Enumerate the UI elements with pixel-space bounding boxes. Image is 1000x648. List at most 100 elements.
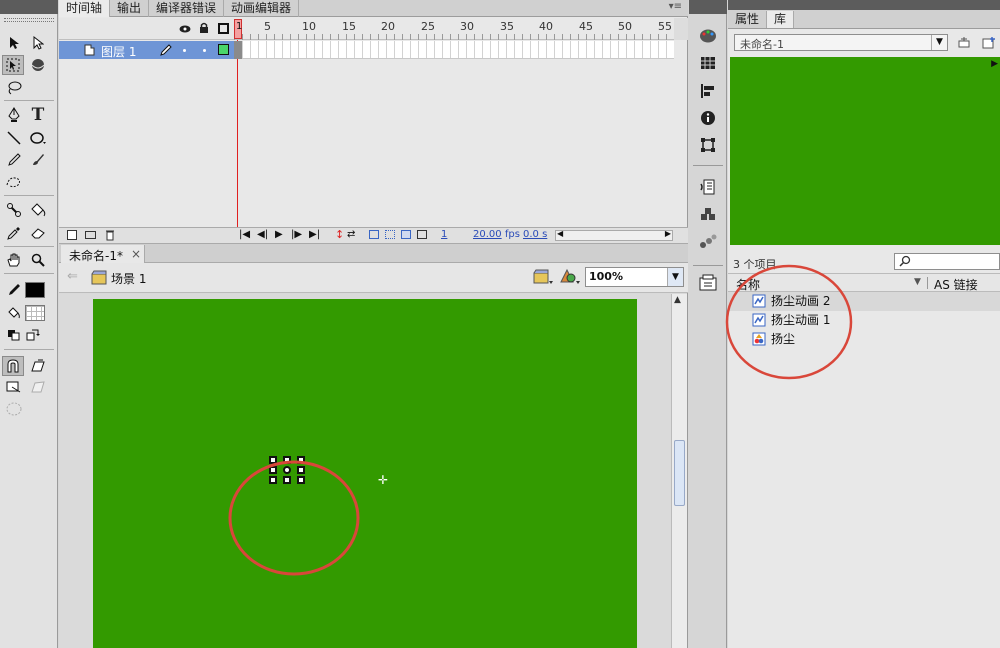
lock-all-icon[interactable] [199,22,209,37]
library-search[interactable] [894,253,1000,270]
swatches-icon[interactable] [695,52,721,74]
envelope-icon[interactable] [3,399,25,419]
stage-vscrollbar[interactable]: ▲ [671,294,687,648]
back-arrow-icon[interactable]: ⇐ [67,269,78,284]
new-folder-icon[interactable] [85,231,96,239]
frame-rate[interactable]: 20.00 fps [473,229,520,240]
stroke-color-swatch[interactable] [25,282,45,298]
show-hide-all-icon[interactable] [179,23,191,37]
align-icon[interactable] [695,80,721,102]
layer-name[interactable]: 图层 1 [101,43,136,60]
eraser-tool-icon[interactable] [27,223,49,243]
motion-presets-icon[interactable] [695,231,721,253]
zoom-dropdown-icon[interactable]: ▼ [667,268,683,286]
layer-row[interactable]: 图层 1 [59,41,234,59]
smooth-icon[interactable] [27,356,49,376]
new-library-icon[interactable] [982,36,996,53]
layer-lock-dot[interactable] [203,49,206,52]
pen-tool-icon[interactable] [3,105,25,125]
selection-tool-icon[interactable] [3,33,25,53]
hand-tool-icon[interactable] [3,250,25,270]
zoom-select[interactable]: 100% ▼ [585,267,684,287]
oval-tool-icon[interactable] [27,128,49,148]
free-transform-tool-icon[interactable] [2,55,24,75]
brush-tool-icon[interactable] [27,150,49,170]
transform-icon[interactable] [695,134,721,156]
bone-tool-icon[interactable] [3,200,25,220]
layer-visible-dot[interactable] [183,49,186,52]
onion-outline-icon[interactable] [385,230,395,239]
pin-library-icon[interactable] [958,37,972,52]
deco-tool-icon[interactable] [3,172,25,192]
onion-skin-icon[interactable] [369,230,379,239]
delete-layer-icon[interactable] [105,229,115,244]
library-doc-dropdown-icon[interactable]: ▼ [931,35,947,50]
frame-ruler[interactable]: 5 10 15 20 25 30 35 40 45 50 55 [234,18,674,40]
loop-icon[interactable]: ⇄ [347,229,355,240]
modify-markers-icon[interactable] [417,230,427,239]
search-input[interactable] [915,255,999,269]
go-first-frame-icon[interactable]: |◀ [239,229,250,240]
center-frame-icon[interactable]: ↕ [335,228,344,241]
zoom-tool-icon[interactable] [27,250,49,270]
panel-menu-icon[interactable]: ▾≡ [669,1,682,12]
column-as-linkage[interactable]: AS 链接 [934,276,978,293]
fill-color-swatch[interactable] [25,305,45,321]
tab-timeline[interactable]: 时间轴 [59,0,111,17]
dock-header[interactable] [689,0,727,14]
tab-properties[interactable]: 属性 [728,11,768,28]
timeline-scroll-up-icon[interactable] [674,18,688,40]
actions-icon[interactable] [695,176,721,198]
distort-icon[interactable] [27,377,49,397]
color-palette-icon[interactable] [695,25,721,47]
pencil-tool-icon[interactable] [3,150,25,170]
components-icon[interactable] [695,204,721,226]
new-layer-icon[interactable] [67,230,77,240]
playhead[interactable]: 1 [234,19,242,39]
tab-library[interactable]: 库 [767,11,795,28]
tab-output[interactable]: 输出 [110,0,150,17]
paint-bucket-tool-icon[interactable] [27,200,49,220]
scroll-up-icon[interactable]: ▲ [674,295,681,305]
layer-frames[interactable] [234,41,674,59]
text-tool-icon[interactable]: T [27,105,49,125]
play-icon[interactable]: ▶ [275,229,283,240]
document-tab[interactable]: 未命名-1* × [61,245,145,263]
step-forward-icon[interactable]: |▶ [291,229,302,240]
layer-outline-swatch[interactable] [218,44,229,55]
library-panel-icon[interactable] [695,272,721,294]
edit-multiple-icon[interactable] [401,230,411,239]
lasso-tool-icon[interactable] [3,78,25,98]
edit-symbols-icon[interactable] [559,268,581,289]
step-back-icon[interactable]: ◀| [257,229,268,240]
info-icon[interactable] [695,107,721,129]
tab-compiler-errors[interactable]: 编译器错误 [149,0,225,17]
preview-play-icon[interactable]: ▶ [991,59,998,69]
subselection-tool-icon[interactable] [27,33,49,53]
keyframe[interactable] [234,41,242,59]
snap-magnet-icon[interactable] [2,356,24,376]
3d-rotation-tool-icon[interactable] [27,55,49,75]
tab-motion-editor[interactable]: 动画编辑器 [224,0,300,17]
go-last-frame-icon[interactable]: ▶| [309,229,320,240]
close-tab-icon[interactable]: × [131,247,141,261]
stage[interactable]: ✛ [93,299,637,648]
scroll-right-icon[interactable]: ▶ [665,229,671,238]
edit-scene-icon[interactable] [533,269,553,288]
scroll-left-icon[interactable]: ◀ [557,229,563,238]
scroll-thumb[interactable] [674,440,685,506]
swap-colors-icon[interactable] [22,325,44,345]
scene-label[interactable]: 场景 1 [111,270,146,287]
current-frame[interactable]: 1 [441,229,447,240]
tools-panel-header[interactable] [0,0,58,14]
fill-color-icon[interactable] [3,303,25,323]
library-panel-header[interactable] [728,0,1000,10]
stroke-color-icon[interactable] [3,280,25,300]
sort-dropdown-icon[interactable]: ▼ [914,277,921,287]
library-doc-select[interactable]: 未命名-1 ▼ [734,34,948,51]
straighten-icon[interactable] [3,377,25,397]
line-tool-icon[interactable] [3,128,25,148]
elapsed-time[interactable]: 0.0 s [523,229,547,240]
timeline-hscrollbar[interactable]: ◀ ▶ [555,229,673,241]
eyedropper-tool-icon[interactable] [3,223,25,243]
